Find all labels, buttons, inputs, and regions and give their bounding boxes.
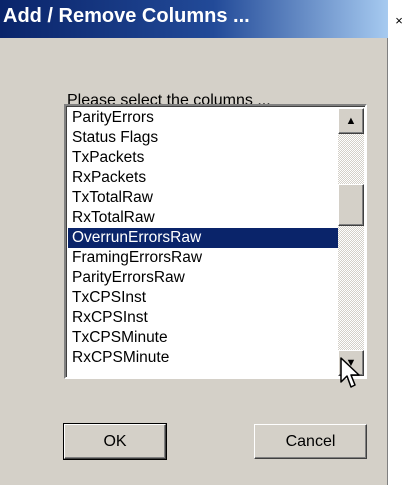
list-item[interactable]: RxCPSInst bbox=[68, 308, 338, 328]
scrollbar-thumb[interactable] bbox=[338, 184, 364, 226]
dialog-window: Add / Remove Columns ... Please select t… bbox=[0, 0, 388, 485]
list-item[interactable]: RxTotalRaw bbox=[68, 208, 338, 228]
list-item[interactable]: TxCPSMinute bbox=[68, 328, 338, 348]
list-item[interactable]: Status Flags bbox=[68, 128, 338, 148]
list-item[interactable]: RxCPSMinute bbox=[68, 348, 338, 363]
close-icon[interactable]: × bbox=[392, 14, 406, 28]
columns-listbox[interactable]: ParityErrors Status Flags TxPackets RxPa… bbox=[64, 104, 367, 379]
list-item[interactable]: FramingErrorsRaw bbox=[68, 248, 338, 268]
mouse-pointer-icon bbox=[340, 357, 360, 388]
dialog-title: Add / Remove Columns ... bbox=[3, 5, 250, 27]
ok-button[interactable]: OK bbox=[63, 423, 167, 460]
list-item[interactable]: TxPackets bbox=[68, 148, 338, 168]
title-bar[interactable]: Add / Remove Columns ... bbox=[0, 0, 388, 38]
list-item[interactable]: TxTotalRaw bbox=[68, 188, 338, 208]
list-item[interactable]: RxPackets bbox=[68, 168, 338, 188]
columns-list: ParityErrors Status Flags TxPackets RxPa… bbox=[68, 108, 338, 363]
list-item[interactable]: TxCPSInst bbox=[68, 288, 338, 308]
vertical-scrollbar[interactable]: ▲ ▼ bbox=[338, 108, 364, 376]
list-item[interactable]: ParityErrorsRaw bbox=[68, 268, 338, 288]
list-item-selected[interactable]: OverrunErrorsRaw bbox=[68, 228, 338, 248]
list-item[interactable]: ParityErrors bbox=[68, 108, 338, 128]
arrow-up-icon: ▲ bbox=[345, 115, 357, 127]
cancel-button[interactable]: Cancel bbox=[254, 424, 367, 459]
scroll-up-button[interactable]: ▲ bbox=[338, 108, 364, 134]
